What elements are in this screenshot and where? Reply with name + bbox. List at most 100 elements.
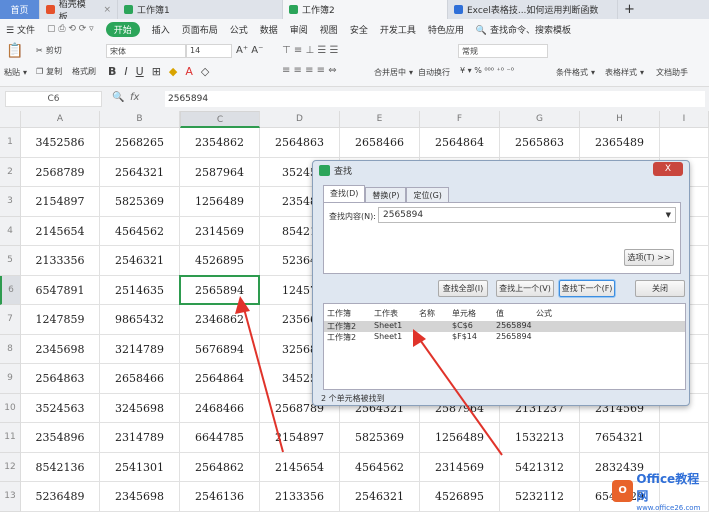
- cell-c9[interactable]: 2564864: [180, 364, 260, 394]
- cell-b11[interactable]: 2314789: [100, 423, 180, 453]
- column-header-a[interactable]: A: [21, 111, 100, 128]
- cell-a4[interactable]: 2145654: [21, 216, 100, 246]
- clear-icon[interactable]: ◇: [201, 65, 209, 78]
- cell-b2[interactable]: 2564321: [100, 157, 180, 187]
- results-column-header[interactable]: 工作表: [374, 308, 398, 319]
- cell-b8[interactable]: 3214789: [100, 334, 180, 364]
- column-header-b[interactable]: B: [100, 111, 180, 128]
- cell-c1[interactable]: 2354862: [180, 128, 260, 158]
- column-header-i[interactable]: I: [660, 111, 709, 128]
- column-header-d[interactable]: D: [260, 111, 340, 128]
- cell-b10[interactable]: 3245698: [100, 393, 180, 423]
- cell-a3[interactable]: 2154897: [21, 187, 100, 217]
- zoom-icon[interactable]: 🔍: [112, 92, 124, 103]
- cell-b1[interactable]: 2568265: [100, 128, 180, 158]
- tab-workbook1[interactable]: 工作簿1: [118, 0, 283, 19]
- cell-a6[interactable]: 6547891: [21, 275, 100, 305]
- row-header-6[interactable]: 6: [0, 275, 21, 305]
- cell-f13[interactable]: 4526895: [420, 482, 500, 512]
- italic-icon[interactable]: I: [124, 65, 127, 78]
- dialog-close-button[interactable]: X: [653, 162, 683, 176]
- quick-access-icons[interactable]: ▢ ⎙ ⟲ ⟳ ▿: [47, 24, 94, 34]
- new-tab-button[interactable]: +: [618, 0, 641, 19]
- paste-button[interactable]: 粘贴 ▾: [4, 67, 27, 78]
- table-style-button[interactable]: 表格样式 ▾: [605, 67, 644, 78]
- row-header-5[interactable]: 5: [0, 246, 21, 276]
- result-row[interactable]: 工作簿2 Sheet1 $C$6 2565894: [324, 321, 685, 332]
- menu-formula[interactable]: 公式: [230, 23, 248, 36]
- cell-b3[interactable]: 5825369: [100, 187, 180, 217]
- cell-a8[interactable]: 2345698: [21, 334, 100, 364]
- menu-data[interactable]: 数据: [260, 23, 278, 36]
- row-header-2[interactable]: 2: [0, 157, 21, 187]
- cell-d1[interactable]: 2564863: [260, 128, 340, 158]
- cell-a10[interactable]: 3524563: [21, 393, 100, 423]
- cell-e12[interactable]: 4564562: [340, 452, 420, 482]
- cell-c4[interactable]: 2314569: [180, 216, 260, 246]
- cell-c13[interactable]: 2546136: [180, 482, 260, 512]
- menu-start[interactable]: 开始: [105, 21, 140, 37]
- wrap-text-button[interactable]: 自动换行: [418, 67, 450, 78]
- number-buttons[interactable]: ¥ ▾ % ⁰⁰⁰ ⁺⁰ ⁻⁰: [460, 66, 514, 75]
- cut-button[interactable]: ✂ 剪切: [36, 45, 62, 56]
- find-input[interactable]: 2565894 ▼: [378, 207, 676, 223]
- cell-b5[interactable]: 2546321: [100, 246, 180, 276]
- menu-special[interactable]: 特色应用: [428, 23, 464, 36]
- cell-c8[interactable]: 5676894: [180, 334, 260, 364]
- close-icon[interactable]: ×: [103, 5, 111, 15]
- cell-c12[interactable]: 2564862: [180, 452, 260, 482]
- fx-icon[interactable]: fx: [130, 92, 139, 103]
- cell-g11[interactable]: 1532213: [500, 423, 580, 453]
- name-box[interactable]: C6: [5, 91, 102, 107]
- column-header-f[interactable]: F: [420, 111, 500, 128]
- font-grow-shrink[interactable]: A⁺ A⁻: [236, 45, 263, 56]
- doc-helper-button[interactable]: 文档助手: [656, 67, 688, 78]
- row-header-3[interactable]: 3: [0, 187, 21, 217]
- row-header-9[interactable]: 9: [0, 364, 21, 394]
- cell-f11[interactable]: 1256489: [420, 423, 500, 453]
- row-header-1[interactable]: 1: [0, 128, 21, 158]
- results-column-header[interactable]: 工作簿: [327, 308, 351, 319]
- menu-file[interactable]: ☰ 文件: [6, 23, 35, 36]
- cell-c10[interactable]: 2468466: [180, 393, 260, 423]
- cell-e11[interactable]: 5825369: [340, 423, 420, 453]
- result-row[interactable]: 工作簿2 Sheet1 $F$14 2565894: [324, 332, 685, 343]
- cell-c7[interactable]: 2346862: [180, 305, 260, 335]
- cell-a13[interactable]: 5236489: [21, 482, 100, 512]
- cell-i11[interactable]: [660, 423, 709, 453]
- cell-i1[interactable]: [660, 128, 709, 158]
- format-painter-button[interactable]: 格式刷: [72, 66, 96, 77]
- align-buttons[interactable]: ≡ ≡ ≡ ≡ ⇔: [282, 65, 337, 76]
- chevron-down-icon[interactable]: ▼: [666, 208, 671, 222]
- formula-input[interactable]: 2565894: [165, 91, 705, 107]
- cell-h1[interactable]: 2365489: [580, 128, 660, 158]
- cell-b4[interactable]: 4564562: [100, 216, 180, 246]
- border-icon[interactable]: ⊞: [152, 65, 161, 78]
- cell-a11[interactable]: 2354896: [21, 423, 100, 453]
- cell-e1[interactable]: 2658466: [340, 128, 420, 158]
- cell-a7[interactable]: 1247859: [21, 305, 100, 335]
- cell-f1[interactable]: 2564864: [420, 128, 500, 158]
- conditional-format-button[interactable]: 条件格式 ▾: [556, 67, 595, 78]
- cell-c11[interactable]: 6644785: [180, 423, 260, 453]
- font-size-select[interactable]: 14: [186, 44, 232, 58]
- row-header-10[interactable]: 10: [0, 393, 21, 423]
- cell-f12[interactable]: 2314569: [420, 452, 500, 482]
- results-list[interactable]: 工作簿 工作表 名称 单元格 值 公式 工作簿2 Sheet1 $C$6 2565894 工作簿2 S…: [323, 303, 686, 390]
- row-header-8[interactable]: 8: [0, 334, 21, 364]
- cell-h11[interactable]: 7654321: [580, 423, 660, 453]
- cell-g1[interactable]: 2565863: [500, 128, 580, 158]
- tab-home[interactable]: 首页: [0, 0, 40, 19]
- cell-a9[interactable]: 2564863: [21, 364, 100, 394]
- options-button[interactable]: 选项(T) >>: [624, 249, 674, 266]
- cell-a1[interactable]: 3452586: [21, 128, 100, 158]
- fill-color-icon[interactable]: ◆: [169, 65, 177, 78]
- tab-article[interactable]: Excel表格技...如何运用判断函数: [448, 0, 618, 19]
- menu-review[interactable]: 审阅: [290, 23, 308, 36]
- font-color-icon[interactable]: A: [185, 65, 193, 78]
- select-all-corner[interactable]: [0, 111, 21, 128]
- cell-c2[interactable]: 2587964: [180, 157, 260, 187]
- tab-workbook2[interactable]: 工作簿2: [283, 0, 448, 19]
- cell-a2[interactable]: 2568789: [21, 157, 100, 187]
- menu-insert[interactable]: 插入: [152, 23, 170, 36]
